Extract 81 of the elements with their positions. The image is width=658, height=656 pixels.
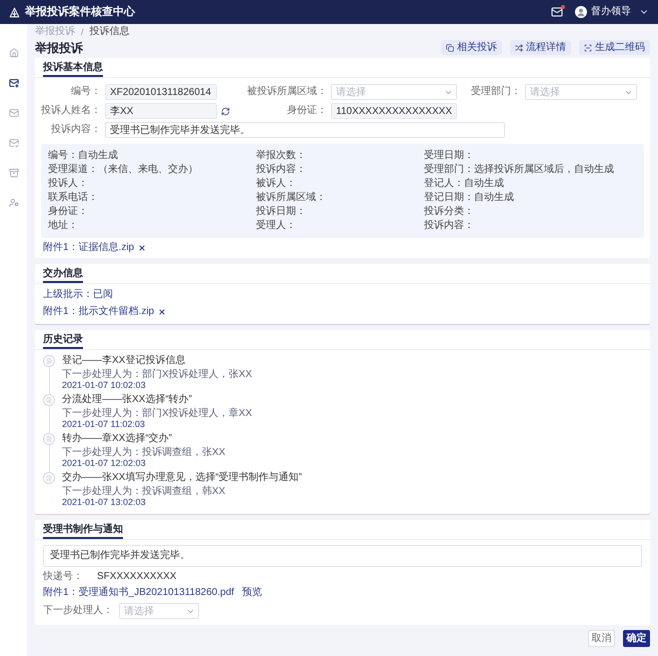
field-label: 身份证： <box>286 105 327 117</box>
next-handler-text: 下一步处理人为：投诉调查组，张XX <box>62 447 226 458</box>
history-time: 2021-01-07 12:02:03 <box>62 458 147 469</box>
detail-text: 联系电话： <box>48 192 99 204</box>
detail-text: 编号：自动生成 <box>48 150 119 162</box>
field-label: 受理部门： <box>471 86 521 98</box>
text-area[interactable]: 受理书已制作完毕并发送完毕。 <box>43 545 642 567</box>
copy-icon <box>446 44 454 52</box>
detail-text: 投诉内容： <box>424 220 475 232</box>
detail-text: 地址： <box>48 220 79 232</box>
attachment-link[interactable]: 附件1：受理通知书_JB2021013118260.pdf <box>43 587 234 599</box>
history-time: 2021-01-07 11:02:03 <box>62 419 146 430</box>
history-time: 2021-01-07 13:02:03 <box>62 497 147 508</box>
archive-box-icon <box>8 168 18 178</box>
action-button[interactable]: 流程详情 <box>510 40 571 55</box>
tab[interactable]: 交办信息 <box>43 264 83 283</box>
page-title: 举报投诉 <box>35 40 83 54</box>
detail-text: 被诉人： <box>256 178 297 190</box>
tab[interactable]: 投诉基本信息 <box>43 58 103 77</box>
shuffle-icon <box>515 44 523 52</box>
detail-text: 被诉所属区域： <box>256 192 327 204</box>
select-field[interactable]: 请选择 <box>525 84 637 100</box>
close-icon[interactable] <box>138 244 146 252</box>
breadcrumb-link[interactable]: 投诉信息 <box>90 26 130 38</box>
tab[interactable]: 历史记录 <box>43 330 83 349</box>
next-handler-text: 下一步处理人为：部门X投诉处理人，章XX <box>62 408 252 419</box>
detail-text: 受理部门：选择投诉所属区域后，自动生成 <box>424 164 615 176</box>
mail-plus-icon <box>8 78 18 88</box>
tracking-label: 快递号： <box>43 571 83 583</box>
user-name[interactable]: 督办领导 <box>591 6 631 18</box>
breadcrumb-separator: / <box>81 26 84 38</box>
detail-text: 举报次数： <box>256 150 307 162</box>
detail-text: 登记人：自动生成 <box>424 178 505 190</box>
attachment-link[interactable]: 附件1：批示文件留档.zip <box>43 306 154 318</box>
input-field[interactable]: XF2020101311826014 <box>105 84 217 100</box>
mail-icon[interactable] <box>551 6 563 18</box>
confirm-button[interactable]: 确定 <box>623 630 650 647</box>
tracking-number: SFXXXXXXXXXX <box>97 571 176 583</box>
detail-text: 登记日期：自动生成 <box>424 192 515 204</box>
detail-text: 受理人： <box>256 220 297 232</box>
select-field[interactable]: 请选择 <box>119 603 199 619</box>
input-field[interactable]: 李XX <box>105 103 217 119</box>
user-gear-icon <box>8 198 18 208</box>
history-title: 分流处理——张XX选择“转办” <box>62 394 193 406</box>
field-label: 投诉内容： <box>50 124 101 136</box>
detail-text: 受理渠道：（来信、来电、交办） <box>48 164 199 176</box>
detail-text: 身份证： <box>48 206 89 218</box>
history-title: 转办——章XX选择“交办” <box>62 433 173 445</box>
detail-text: 投诉内容： <box>256 164 307 176</box>
select-field[interactable]: 请选择 <box>331 84 457 100</box>
input-field[interactable]: 110XXXXXXXXXXXXXXX <box>331 103 457 119</box>
tab[interactable]: 受理书制作与通知 <box>43 520 123 539</box>
action-button[interactable]: 相关投诉 <box>441 40 502 55</box>
scan-icon <box>584 44 592 52</box>
logo-icon <box>9 6 20 18</box>
field-label: 下一步处理人： <box>43 605 113 617</box>
mail-check-icon <box>8 138 18 148</box>
detail-text: 投诉分类： <box>424 206 475 218</box>
field-label: 被投诉所属区域： <box>247 86 327 98</box>
preview-link[interactable]: 预览 <box>242 587 262 599</box>
close-icon[interactable] <box>158 308 166 316</box>
history-title: 交办——张XX填写办理意见，选择“受理书制作与通知” <box>62 472 302 484</box>
detail-text: 投诉人： <box>48 178 89 190</box>
refresh-icon[interactable] <box>221 106 230 116</box>
action-button[interactable]: 生成二维码 <box>579 40 650 55</box>
instruction-text: 上级批示：已阅 <box>43 289 114 301</box>
avatar-icon[interactable] <box>575 6 587 18</box>
history-title: 登记——李XX登记投诉信息 <box>62 355 186 367</box>
field-label: 编号： <box>70 86 101 98</box>
mail-icon <box>8 108 18 118</box>
house-icon <box>8 48 18 58</box>
app-title: 举报投诉案件核查中心 <box>25 6 135 18</box>
attachment-link[interactable]: 附件1：证据信息.zip <box>43 242 134 254</box>
detail-text: 受理日期： <box>424 150 475 162</box>
input-field[interactable]: 受理书已制作完毕并发送完毕。 <box>105 122 505 138</box>
next-handler-text: 下一步处理人为：投诉调查组，韩XX <box>62 486 226 497</box>
detail-text: 投诉日期： <box>256 206 307 218</box>
field-label: 投诉人姓名： <box>41 105 101 117</box>
cancel-button[interactable]: 取消 <box>588 630 615 647</box>
next-handler-text: 下一步处理人为：部门X投诉处理人，张XX <box>62 369 252 380</box>
history-time: 2021-01-07 10:02:03 <box>62 380 147 391</box>
